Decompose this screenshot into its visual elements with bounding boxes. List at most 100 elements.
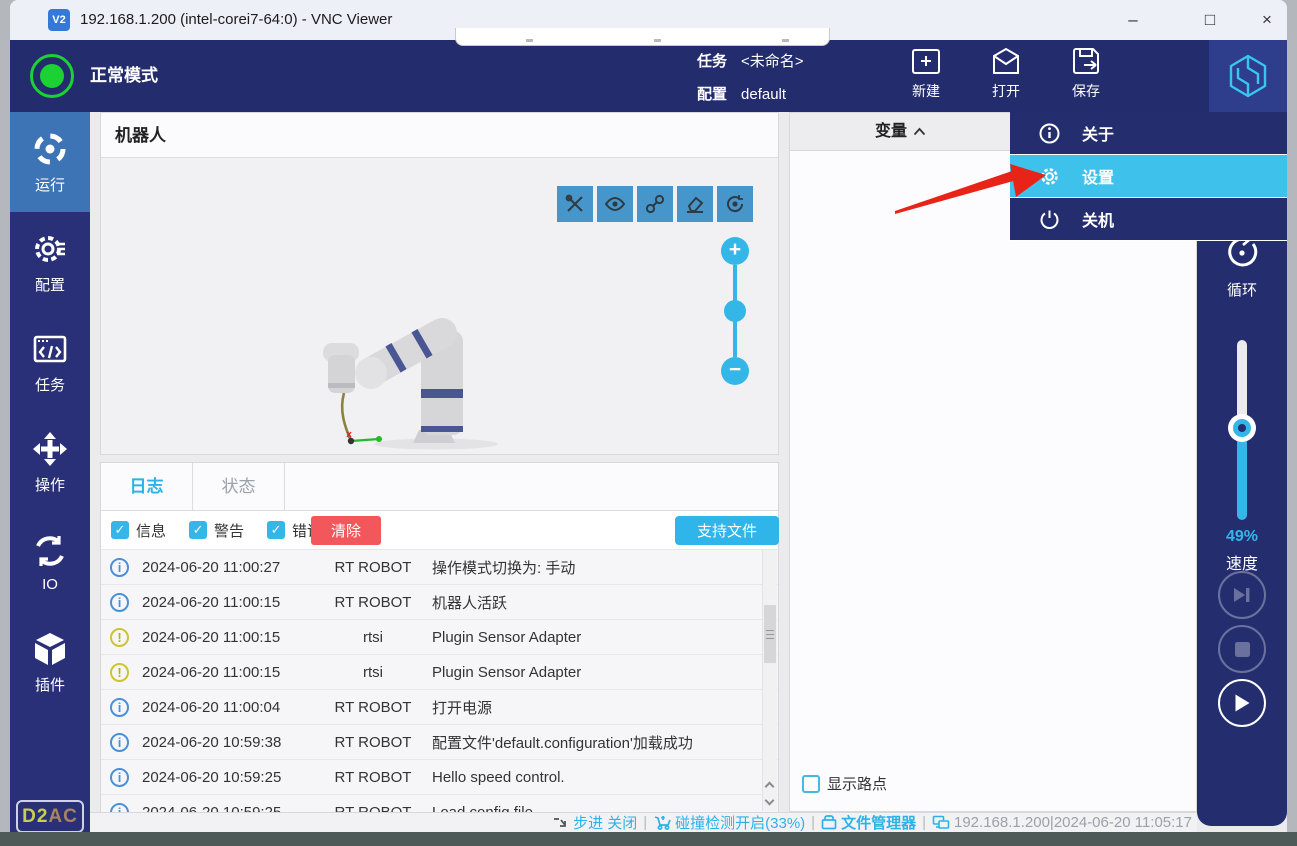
stop-button[interactable]	[1218, 625, 1266, 673]
task-label: 任务	[697, 53, 727, 70]
file-manager-link[interactable]: 文件管理器	[821, 812, 916, 833]
io-cycle-icon	[31, 532, 69, 570]
vnc-window: V2 192.168.1.200 (intel-corei7-64:0) - V…	[10, 0, 1287, 832]
info-icon: i	[110, 698, 129, 717]
minimize-button[interactable]: –	[1118, 6, 1148, 34]
popup-edge	[455, 28, 830, 46]
log-time: 2024-06-20 11:00:27	[142, 559, 314, 576]
log-message: Plugin Sensor Adapter	[432, 629, 778, 646]
operate-move-icon	[31, 430, 69, 468]
sidebar-item-config[interactable]: 配置	[10, 212, 90, 312]
tools-button[interactable]	[557, 186, 593, 222]
log-row[interactable]: i2024-06-20 11:00:15RT ROBOT机器人活跃	[101, 585, 778, 620]
menu-item-shutdown[interactable]: 关机	[1010, 198, 1287, 241]
mode-label: 正常模式	[90, 40, 158, 112]
collision-status[interactable]: 碰撞检测开启(33%)	[653, 812, 805, 833]
status-badge[interactable]: D2AC	[16, 800, 84, 833]
show-waypoints-checkbox[interactable]	[802, 775, 820, 793]
clear-button[interactable]: 清除	[311, 516, 381, 545]
speed-slider-handle[interactable]	[1228, 414, 1256, 442]
sidebar-item-run[interactable]: 运行	[10, 112, 90, 212]
log-message: 配置文件'default.configuration'加载成功	[432, 732, 778, 753]
save-file-icon	[1068, 43, 1104, 79]
zoom-slider-handle[interactable]	[724, 300, 746, 322]
separator: |	[811, 814, 815, 831]
sidebar-item-task[interactable]: 任务	[10, 312, 90, 412]
collision-cart-icon	[653, 815, 671, 830]
show-waypoints-option[interactable]: 显示路点	[802, 773, 887, 794]
sidebar-item-label: 任务	[35, 374, 65, 395]
scrollbar-handle[interactable]	[764, 605, 776, 663]
log-source: RT ROBOT	[314, 769, 432, 786]
log-source: RT ROBOT	[314, 559, 432, 576]
log-row[interactable]: i2024-06-20 10:59:38RT ROBOT配置文件'default…	[101, 725, 778, 760]
menu-item-settings[interactable]: 设置	[1010, 155, 1287, 198]
log-time: 2024-06-20 11:00:15	[142, 594, 314, 611]
rotate-view-button[interactable]	[717, 186, 753, 222]
sidebar-item-io[interactable]: IO	[10, 512, 90, 612]
config-gear-icon	[31, 230, 69, 268]
info-icon: i	[110, 558, 129, 577]
log-row[interactable]: i2024-06-20 10:59:25RT ROBOTHello speed …	[101, 760, 778, 795]
play-button[interactable]	[1218, 679, 1266, 727]
window-title: 192.168.1.200 (intel-corei7-64:0) - VNC …	[80, 0, 392, 40]
chevron-up-icon	[913, 127, 926, 136]
log-message: 机器人活跃	[432, 592, 778, 613]
mode-indicator-icon	[30, 54, 74, 98]
scroll-up-button[interactable]	[763, 778, 777, 794]
app-dropdown-menu: 关于 设置 关机	[1010, 112, 1287, 241]
tab-log[interactable]: 日志	[101, 463, 193, 510]
log-row[interactable]: !2024-06-20 11:00:15rtsiPlugin Sensor Ad…	[101, 620, 778, 655]
sidebar-item-operate[interactable]: 操作	[10, 412, 90, 512]
log-source: RT ROBOT	[314, 734, 432, 751]
support-file-button[interactable]: 支持文件	[675, 516, 779, 545]
plugin-cube-icon	[31, 630, 69, 668]
log-time: 2024-06-20 11:00:15	[142, 629, 314, 646]
network-monitor-icon	[932, 815, 950, 830]
step-status[interactable]: 步进 关闭	[553, 812, 637, 833]
robot-3d-view[interactable]	[301, 293, 541, 453]
warning-checkbox[interactable]: ✓	[189, 521, 207, 539]
open-task-label: 打开	[992, 81, 1020, 101]
link-button[interactable]	[637, 186, 673, 222]
eraser-button[interactable]	[677, 186, 713, 222]
log-scrollbar[interactable]	[762, 550, 777, 811]
log-row[interactable]: !2024-06-20 11:00:15rtsiPlugin Sensor Ad…	[101, 655, 778, 690]
filter-info[interactable]: ✓ 信息	[111, 520, 166, 541]
filter-warning[interactable]: ✓ 警告	[189, 520, 244, 541]
info-icon: i	[110, 593, 129, 612]
app-menu-button[interactable]	[1209, 40, 1287, 112]
stop-icon	[1234, 641, 1251, 658]
close-button[interactable]: ×	[1252, 6, 1282, 34]
menu-item-about[interactable]: 关于	[1010, 112, 1287, 155]
log-source: rtsi	[314, 629, 432, 646]
tab-status[interactable]: 状态	[193, 463, 285, 510]
skip-icon	[1232, 586, 1252, 604]
log-time: 2024-06-20 10:59:25	[142, 769, 314, 786]
log-time: 2024-06-20 11:00:04	[142, 699, 314, 716]
connection-status: 192.168.1.200|2024-06-20 11:05:17	[932, 814, 1192, 831]
sidebar-item-plugin[interactable]: 插件	[10, 612, 90, 712]
log-row[interactable]: i2024-06-20 11:00:04RT ROBOT打开电源	[101, 690, 778, 725]
new-file-icon	[908, 43, 944, 79]
warning-icon: !	[110, 663, 129, 682]
new-task-button[interactable]: 新建	[896, 43, 956, 109]
loop-control[interactable]: 循环	[1197, 234, 1287, 300]
zoom-out-button[interactable]: −	[721, 357, 749, 385]
info-checkbox[interactable]: ✓	[111, 521, 129, 539]
filter-warning-label: 警告	[214, 520, 244, 541]
scroll-down-button[interactable]	[763, 795, 777, 811]
visibility-button[interactable]	[597, 186, 633, 222]
error-checkbox[interactable]: ✓	[267, 521, 285, 539]
header-actions: 新建 打开 保存	[896, 43, 1116, 109]
maximize-button[interactable]: □	[1195, 6, 1225, 34]
save-task-button[interactable]: 保存	[1056, 43, 1116, 109]
filter-info-label: 信息	[136, 520, 166, 541]
zoom-in-button[interactable]: +	[721, 237, 749, 265]
step-forward-button[interactable]	[1218, 571, 1266, 619]
open-task-button[interactable]: 打开	[976, 43, 1036, 109]
log-row[interactable]: i2024-06-20 10:59:25RT ROBOTLoad config …	[101, 795, 778, 812]
log-time: 2024-06-20 10:59:38	[142, 734, 314, 751]
log-row[interactable]: i2024-06-20 11:00:27RT ROBOT操作模式切换为: 手动	[101, 550, 778, 585]
sidebar-item-label: 操作	[35, 474, 65, 495]
